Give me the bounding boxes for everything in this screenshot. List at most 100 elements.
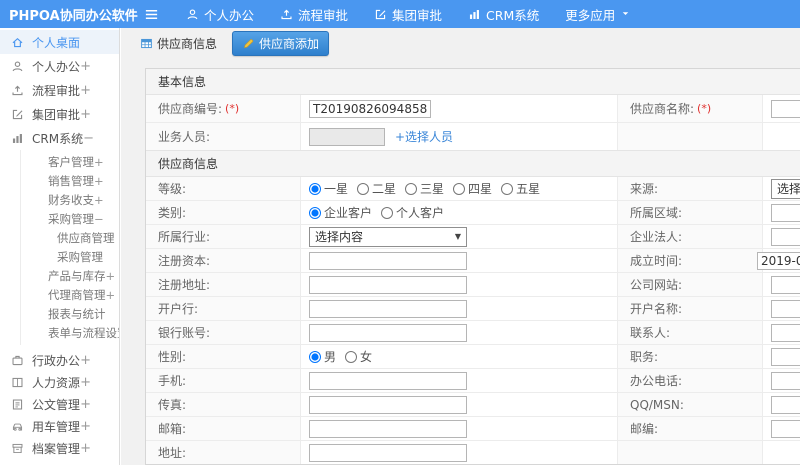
office-phone-input[interactable] — [771, 371, 800, 390]
sidebar-item-customer-mgmt[interactable]: 客户管理 + — [21, 152, 119, 171]
nav-personal-office[interactable]: 个人办公 — [186, 5, 254, 24]
region-label-cell: 所属区域: — [618, 201, 763, 224]
supplier-name-label: 供应商名称: — [630, 102, 695, 116]
company-website-input[interactable] — [771, 275, 800, 294]
sidebar-item-personal-office[interactable]: 个人办公 + — [0, 54, 119, 78]
nav-more-apps[interactable]: 更多应用 — [565, 5, 631, 24]
field-mobile — [301, 369, 618, 392]
sidebar-item-agent-mgmt[interactable]: 代理商管理 + — [21, 285, 119, 304]
mobile-input[interactable] — [309, 371, 467, 390]
expand-toggle-icon[interactable]: + — [80, 83, 108, 98]
gender-option-0[interactable]: 男 — [309, 348, 336, 365]
founded-date-input[interactable] — [757, 251, 800, 270]
bank-account-input[interactable] — [309, 323, 467, 342]
supplier-code-input[interactable] — [309, 99, 431, 118]
category-radio-0[interactable] — [309, 206, 321, 219]
registered-capital-input[interactable] — [309, 251, 467, 270]
sidebar-item-product-inventory[interactable]: 产品与库存 + — [21, 266, 119, 285]
sidebar-item-group-approval[interactable]: 集团审批 + — [0, 102, 119, 126]
sidebar-item-human-resources[interactable]: 人力资源 + — [0, 371, 119, 393]
level-option-0[interactable]: 一星 — [309, 180, 348, 197]
expand-toggle-icon[interactable]: + — [94, 193, 116, 207]
personal-office-icon — [186, 8, 199, 21]
sales-person-input[interactable] — [309, 127, 385, 146]
legal-person-input[interactable] — [771, 227, 800, 246]
expand-toggle-icon[interactable]: + — [80, 441, 108, 456]
category-option-1[interactable]: 个人客户 — [381, 204, 444, 221]
sidebar-item-supplier-mgmt[interactable]: 供应商管理 — [21, 228, 119, 247]
level-label-cell: 等级: — [146, 177, 301, 200]
category-option-0[interactable]: 企业客户 — [309, 204, 372, 221]
menu-icon[interactable] — [144, 7, 164, 22]
expand-toggle-icon[interactable]: + — [94, 155, 116, 169]
level-option-2[interactable]: 三星 — [405, 180, 444, 197]
nav-personal-office-label: 个人办公 — [204, 7, 255, 23]
empty-label-cell — [618, 123, 763, 150]
expand-toggle-icon[interactable]: − — [83, 131, 111, 146]
expand-toggle-icon[interactable]: + — [80, 419, 108, 434]
level-option-1[interactable]: 二星 — [357, 180, 396, 197]
expand-toggle-icon[interactable]: + — [106, 269, 120, 283]
sidebar-item-document-mgmt[interactable]: 公文管理 + — [0, 393, 119, 415]
sidebar-item-personal-desktop[interactable]: 个人桌面 — [0, 30, 119, 54]
sidebar-item-vehicle-mgmt[interactable]: 用车管理 + — [0, 415, 119, 437]
account-name-input[interactable] — [771, 299, 800, 318]
region-input[interactable] — [771, 203, 800, 222]
level-radio-0[interactable] — [309, 182, 321, 195]
form-row: 注册资本: 成立时间: — [146, 249, 800, 273]
nav-crm-system[interactable]: CRM系统 — [468, 5, 539, 24]
supplier-info-tab[interactable]: 供应商信息 — [134, 32, 223, 55]
fax-input[interactable] — [309, 395, 467, 414]
industry-select[interactable]: 选择内容 ▼ — [309, 226, 467, 247]
category-radio-1[interactable] — [381, 206, 394, 219]
level-radio-2[interactable] — [405, 182, 418, 195]
level-radio-1[interactable] — [357, 182, 370, 195]
select-person-link[interactable]: +选择人员 — [395, 128, 453, 145]
sidebar-item-workflow-approval[interactable]: 流程审批 + — [0, 78, 119, 102]
expand-toggle-icon[interactable]: + — [106, 288, 120, 302]
expand-toggle-icon[interactable]: + — [80, 397, 108, 412]
human-resources-icon — [11, 376, 25, 389]
address-input[interactable] — [309, 443, 467, 462]
gender-option-1[interactable]: 女 — [345, 348, 372, 365]
source-select[interactable]: 选择内容▼ — [771, 178, 800, 199]
expand-toggle-icon[interactable]: + — [94, 174, 116, 188]
supplier-add-tab[interactable]: 供应商添加 — [232, 31, 330, 56]
mobile-label-cell: 手机: — [146, 369, 301, 392]
email-input[interactable] — [309, 419, 467, 438]
expand-toggle-icon[interactable]: + — [80, 59, 108, 74]
sidebar-item-finance-income-expense[interactable]: 财务收支 + — [21, 190, 119, 209]
position-input[interactable] — [771, 347, 800, 366]
form-row: 注册地址: 公司网站: — [146, 273, 800, 297]
expand-toggle-icon[interactable]: + — [80, 107, 108, 122]
sidebar-item-purchase-mgmt[interactable]: 采购管理 − — [21, 209, 119, 228]
supplier-name-label-cell: 供应商名称: (*) — [618, 95, 763, 122]
gender-radio-0[interactable] — [309, 350, 321, 363]
level-option-3[interactable]: 四星 — [453, 180, 492, 197]
expand-toggle-icon[interactable]: + — [80, 375, 108, 390]
nav-workflow-approval[interactable]: 流程审批 — [280, 5, 348, 24]
level-option-4[interactable]: 五星 — [501, 180, 540, 197]
field-account-name — [763, 297, 800, 320]
region-label: 所属区域: — [630, 206, 683, 220]
expand-toggle-icon[interactable]: + — [80, 353, 108, 368]
sidebar-item-admin-office[interactable]: 行政办公 + — [0, 349, 119, 371]
qq-msn-input[interactable] — [771, 395, 800, 414]
nav-group-approval[interactable]: 集团审批 — [374, 5, 442, 24]
bank-input[interactable] — [309, 299, 467, 318]
sidebar-item-reports-stats[interactable]: 报表与统计 — [21, 304, 119, 323]
level-radio-4[interactable] — [501, 182, 514, 195]
sidebar-item-crm-system[interactable]: CRM系统 − — [0, 126, 119, 150]
level-radio-3[interactable] — [453, 182, 466, 195]
sidebar-item-purchase-mgmt-sub[interactable]: 采购管理 — [21, 247, 119, 266]
supplier-add-tab-label: 供应商添加 — [259, 37, 320, 51]
registered-address-input[interactable] — [309, 275, 467, 294]
sidebar-item-sales-mgmt[interactable]: 销售管理 + — [21, 171, 119, 190]
supplier-name-input[interactable] — [771, 99, 800, 118]
contact-person-input[interactable] — [771, 323, 800, 342]
gender-radio-1[interactable] — [345, 350, 358, 363]
sidebar-item-archive-mgmt[interactable]: 档案管理 + — [0, 437, 119, 459]
zip-code-input[interactable] — [771, 419, 800, 438]
sidebar-item-form-workflow-settings[interactable]: 表单与流程设置+ — [21, 323, 119, 342]
expand-toggle-icon[interactable]: − — [94, 212, 116, 226]
